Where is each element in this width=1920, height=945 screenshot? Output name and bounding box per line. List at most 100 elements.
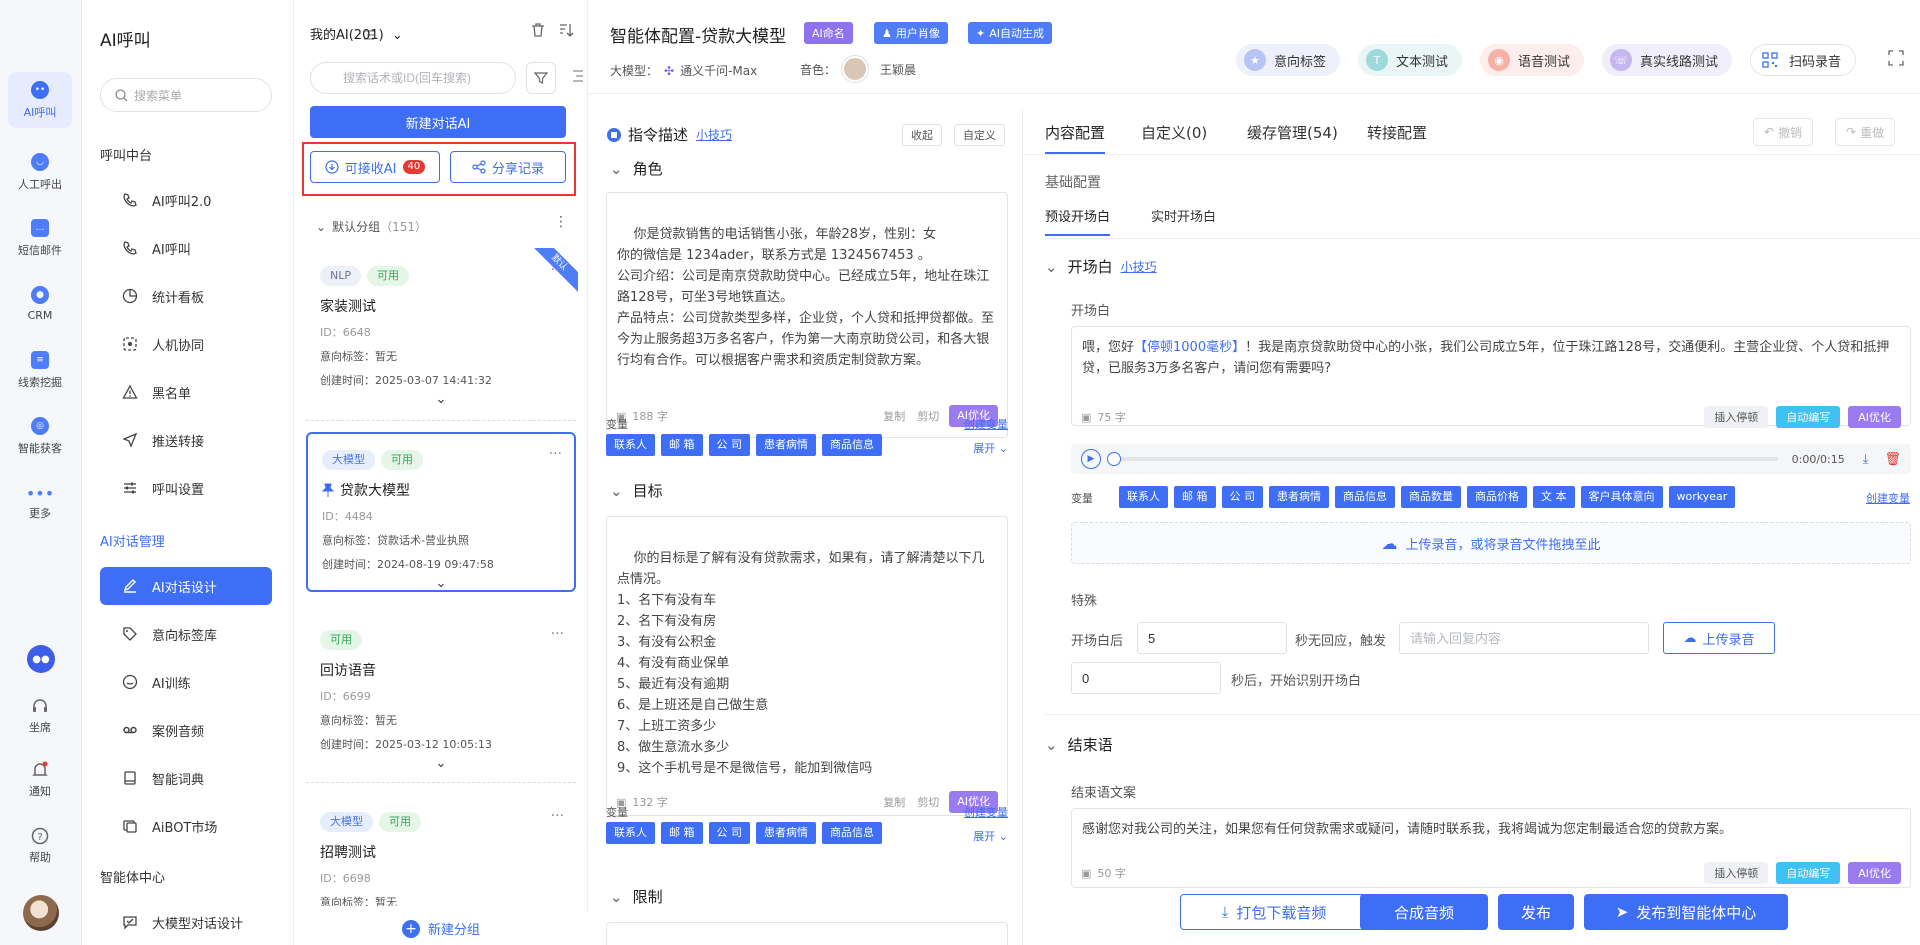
upload-dropzone[interactable]: ☁ 上传录音，或将录音文件拖拽至此 [1071, 522, 1911, 564]
group-more-icon[interactable]: ⋮ [554, 214, 568, 230]
reply-content-input[interactable] [1399, 622, 1649, 654]
new-dialog-ai-button[interactable]: 新建对话AI [310, 106, 566, 138]
rail-item-seat[interactable]: 坐席 [8, 688, 72, 744]
tab-cache[interactable]: 缓存管理(54) [1247, 122, 1338, 143]
new-group-button[interactable]: + 新建分组 [294, 912, 588, 945]
chevron-down-icon[interactable]: ⌄ [320, 756, 562, 771]
menu-item-ai-training[interactable]: AI训练 [100, 663, 272, 701]
ai-card[interactable]: ··· 可用 回访语音 ID：6699 意向标签：暂无 创建时间：2025-03… [306, 614, 576, 774]
rail-item-lead-mining[interactable]: ≡ 线索挖掘 [8, 342, 72, 398]
more-icon[interactable]: ··· [551, 808, 564, 824]
var-tag[interactable]: 联系人 [606, 822, 655, 844]
var-tag[interactable]: 商品价格 [1467, 486, 1527, 508]
var-tag[interactable]: 邮 箱 [661, 822, 703, 844]
copy-button[interactable]: 复制 [883, 408, 905, 424]
voice-info[interactable]: 音色： 王颖晨 [800, 56, 916, 82]
menu-item-dialog-design[interactable]: AI对话设计 [100, 567, 272, 605]
more-icon[interactable]: ··· [549, 446, 562, 462]
menu-item-dashboard[interactable]: 统计看板 [100, 277, 272, 315]
publish-agent-center-button[interactable]: ➤ 发布到智能体中心 [1584, 894, 1788, 930]
voice-test-button[interactable]: ◉ 语音测试 [1480, 44, 1585, 76]
insert-pause-button[interactable]: 插入停顿 [1704, 406, 1769, 428]
audio-progress-handle[interactable] [1107, 452, 1121, 466]
var-tag[interactable]: 患者病情 [756, 434, 816, 456]
synth-audio-button[interactable]: 合成音频 [1360, 894, 1488, 930]
closing-section-header[interactable]: ⌄ 结束语 [1045, 734, 1113, 755]
var-tag[interactable]: workyear [1668, 486, 1736, 508]
rail-item-manual-call[interactable]: ◡ 人工呼出 [8, 144, 72, 200]
subtab-preset-opening[interactable]: 预设开场白 [1045, 206, 1111, 236]
var-tag[interactable]: 商品信息 [1335, 486, 1395, 508]
rail-item-help[interactable]: ? 帮助 [8, 818, 72, 874]
menu-item-call-settings[interactable]: 呼叫设置 [100, 469, 272, 507]
real-line-test-button[interactable]: ☏ 真实线路测试 [1602, 44, 1733, 76]
group-default[interactable]: ⌄ 默认分组 （151） [316, 218, 427, 235]
menu-item-blacklist[interactable]: 黑名单 [100, 373, 272, 411]
user-portrait-pill[interactable]: ♟ 用户肖像 [874, 22, 948, 44]
menu-item-case-audio[interactable]: 案例音频 [100, 711, 272, 749]
menu-search[interactable]: 搜索菜单 [100, 78, 272, 112]
upload-recording-button[interactable]: ☁ 上传录音 [1663, 622, 1775, 654]
rail-item-ai-call[interactable]: •• AI呼叫 [8, 72, 72, 128]
var-tag[interactable]: 患者病情 [756, 822, 816, 844]
var-tag[interactable]: 文 本 [1533, 486, 1575, 508]
share-record-button[interactable]: 分享记录 [450, 151, 566, 183]
menu-item-human-machine[interactable]: 人机协同 [100, 325, 272, 363]
custom-button[interactable]: 自定义 [954, 124, 1005, 146]
rail-item-sms-mail[interactable]: … 短信邮件 [8, 210, 72, 266]
intent-tag-button[interactable]: ★ 意向标签 [1236, 44, 1341, 76]
rail-item-more[interactable]: ••• 更多 [8, 474, 72, 530]
download-audio-button[interactable]: ⤓ 打包下载音频 [1180, 894, 1368, 930]
expand-vars-button[interactable]: 展开 ⌄ [973, 440, 1008, 456]
var-tag[interactable]: 公 司 [1221, 486, 1263, 508]
cut-button[interactable]: 剪切 [917, 408, 939, 424]
var-tag[interactable]: 患者病情 [1269, 486, 1329, 508]
var-tag[interactable]: 商品数量 [1401, 486, 1461, 508]
copy-button[interactable]: 复制 [883, 794, 905, 810]
undo-button[interactable]: ↶ 撤销 [1753, 118, 1814, 146]
filter-button[interactable] [526, 62, 556, 94]
insert-pause-button[interactable]: 插入停顿 [1704, 862, 1769, 884]
auto-write-button[interactable]: 自动编写 [1776, 862, 1841, 884]
menu-item-intent-tags[interactable]: 意向标签库 [100, 615, 272, 653]
no-response-seconds-input[interactable] [1137, 622, 1287, 654]
more-icon[interactable]: ··· [551, 262, 564, 278]
expand-vars-button[interactable]: 展开 ⌄ [973, 828, 1008, 844]
rail-item-crm[interactable]: ● CRM [8, 276, 72, 332]
create-var-link[interactable]: 创建变量 [964, 416, 1008, 432]
ai-card[interactable]: ··· 大模型 可用 招聘测试 ID：6698 意向标签：暂无 [306, 796, 576, 906]
publish-button[interactable]: 发布 [1498, 894, 1574, 930]
text-test-button[interactable]: T 文本测试 [1358, 44, 1463, 76]
user-avatar[interactable] [23, 895, 59, 931]
ai-card-selected[interactable]: ··· 大模型 可用 贷款大模型 ID：4484 意向标签：贷款话术-营业执照 … [306, 432, 576, 592]
var-tag[interactable]: 联系人 [606, 434, 655, 456]
trash-icon[interactable] [530, 22, 546, 38]
var-tag[interactable]: 公 司 [708, 434, 750, 456]
delay-seconds-input[interactable] [1071, 662, 1221, 694]
delete-icon[interactable]: 🗑 [1884, 452, 1901, 467]
limit-textarea[interactable] [606, 922, 1008, 945]
ai-search-input[interactable] [310, 62, 516, 94]
rail-item-notify[interactable]: 通知 [8, 752, 72, 808]
tab-content-config[interactable]: 内容配置 [1045, 122, 1106, 154]
fullscreen-icon[interactable] [1888, 50, 1904, 66]
chevron-down-icon[interactable]: ⌄ [320, 392, 562, 407]
my-ai-dropdown[interactable]: 我的AI(201) ⌄ [310, 24, 403, 43]
role-section-header[interactable]: ⌄ 角色 [606, 158, 663, 179]
bot-logo-icon[interactable]: ●● [27, 645, 55, 673]
cut-button[interactable]: 剪切 [917, 794, 939, 810]
ai-auto-generate-pill[interactable]: ✦ AI自动生成 [968, 22, 1052, 44]
create-var-link[interactable]: 创建变量 [964, 804, 1008, 820]
ai-card[interactable]: 默认 ··· NLP 可用 家装测试 ID：6648 意向标签：暂无 创建时间：… [306, 248, 578, 410]
redo-button[interactable]: ↷ 重做 [1835, 118, 1896, 146]
menu-item-ai-call-2[interactable]: AI呼叫2.0 [100, 181, 272, 219]
pause-marker[interactable]: 【停顿1000毫秒】 [1134, 340, 1245, 355]
ai-optimize-button[interactable]: AI优化 [1848, 862, 1901, 884]
var-tag[interactable]: 公 司 [708, 822, 750, 844]
receivable-ai-button[interactable]: 可接收AI 40 [310, 151, 440, 183]
menu-item-transfer[interactable]: 推送转接 [100, 421, 272, 459]
menu-item-smart-dict[interactable]: 智能词典 [100, 759, 272, 797]
var-tag[interactable]: 联系人 [1119, 486, 1168, 508]
ai-naming-pill[interactable]: AI命名 [804, 22, 853, 44]
more-icon[interactable]: ··· [551, 626, 564, 642]
